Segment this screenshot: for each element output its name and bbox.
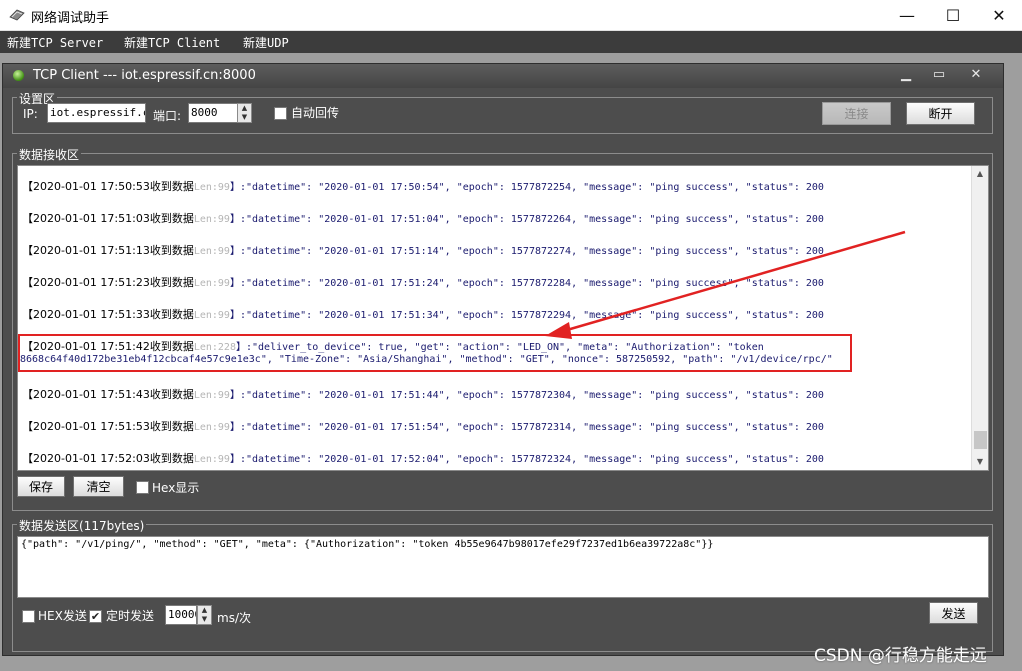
- list-item: 【2020-01-01 17:52:03收到数据Len:99】:"datetim…: [22, 452, 824, 465]
- list-item: 【2020-01-01 17:50:53收到数据Len:99】:"datetim…: [22, 180, 824, 193]
- status-indicator-icon: [13, 70, 24, 81]
- scroll-down-icon[interactable]: ▼: [972, 454, 988, 470]
- send-legend: 数据发送区(117bytes): [17, 517, 147, 534]
- menu-new-udp[interactable]: 新建UDP: [243, 34, 289, 51]
- hex-send-checkbox[interactable]: [22, 610, 35, 623]
- port-label: 端口:: [153, 109, 182, 123]
- timer-send-label: 定时发送: [106, 609, 155, 623]
- child-caption: TCP Client --- iot.espressif.cn:8000: [33, 68, 256, 83]
- send-textarea[interactable]: {"path": "/v1/ping/", "method": "GET", "…: [17, 536, 989, 598]
- interval-up-icon[interactable]: ▲: [198, 606, 211, 615]
- list-item: 【2020-01-01 17:51:43收到数据Len:99】:"datetim…: [22, 388, 824, 401]
- scroll-up-icon[interactable]: ▲: [972, 166, 988, 182]
- child-maximize-button[interactable]: ▭: [929, 67, 949, 85]
- child-titlebar[interactable]: TCP Client --- iot.espressif.cn:8000 ▁ ▭…: [3, 64, 1003, 88]
- window-titlebar[interactable]: 网络调试助手 — ☐ ✕: [0, 0, 1022, 31]
- interval-unit: ms/次: [217, 611, 251, 625]
- clear-button[interactable]: 清空: [73, 476, 124, 497]
- list-item: 【2020-01-01 17:51:03收到数据Len:99】:"datetim…: [22, 212, 824, 225]
- save-button[interactable]: 保存: [17, 476, 65, 497]
- close-button[interactable]: ✕: [976, 0, 1022, 31]
- list-item: 【2020-01-01 17:51:53收到数据Len:99】:"datetim…: [22, 420, 824, 433]
- hex-display-checkbox[interactable]: [136, 481, 149, 494]
- receive-scrollbar[interactable]: ▲ ▼: [971, 166, 988, 470]
- list-item: 【2020-01-01 17:51:33收到数据Len:99】:"datetim…: [22, 308, 824, 321]
- minimize-button[interactable]: —: [884, 0, 930, 31]
- interval-down-icon[interactable]: ▼: [198, 615, 211, 624]
- connect-button[interactable]: 连接: [822, 102, 891, 125]
- send-text: {"path": "/v1/ping/", "method": "GET", "…: [21, 539, 714, 550]
- port-up-icon[interactable]: ▲: [238, 104, 251, 113]
- watermark: CSDN @行稳方能走远: [814, 646, 987, 666]
- tcp-client-window: TCP Client --- iot.espressif.cn:8000 ▁ ▭…: [2, 63, 1004, 656]
- auto-echo-label: 自动回传: [291, 106, 340, 120]
- child-minimize-button[interactable]: ▁: [896, 67, 916, 85]
- list-item: 【2020-01-01 17:51:23收到数据Len:99】:"datetim…: [22, 276, 824, 289]
- ip-input[interactable]: iot.espressif.cn: [47, 103, 146, 123]
- auto-echo-checkbox[interactable]: [274, 107, 287, 120]
- port-input[interactable]: 8000: [188, 103, 239, 123]
- port-down-icon[interactable]: ▼: [238, 113, 251, 122]
- menu-new-tcp-client[interactable]: 新建TCP Client: [124, 34, 220, 51]
- maximize-button[interactable]: ☐: [930, 0, 976, 31]
- send-button[interactable]: 发送: [929, 602, 978, 624]
- ip-label: IP:: [23, 107, 38, 121]
- hex-send-label: HEX发送: [38, 609, 87, 623]
- menu-bar: 新建TCP Server 新建TCP Client 新建UDP: [0, 31, 1022, 53]
- menu-new-tcp-server[interactable]: 新建TCP Server: [7, 34, 103, 51]
- disconnect-button[interactable]: 断开: [906, 102, 975, 125]
- receive-legend: 数据接收区: [17, 146, 82, 163]
- interval-stepper[interactable]: ▲ ▼: [197, 605, 212, 625]
- window-title: 网络调试助手: [31, 11, 110, 26]
- child-close-button[interactable]: ✕: [966, 67, 986, 85]
- timer-send-checkbox[interactable]: ✔: [89, 610, 102, 623]
- scroll-thumb[interactable]: [974, 431, 987, 449]
- port-stepper[interactable]: ▲ ▼: [237, 103, 252, 123]
- hex-display-label: Hex显示: [152, 481, 200, 495]
- app-icon: [9, 9, 25, 21]
- highlight-box: [18, 334, 852, 372]
- list-item: 【2020-01-01 17:51:13收到数据Len:99】:"datetim…: [22, 244, 824, 257]
- interval-input[interactable]: 10000: [165, 605, 197, 625]
- receive-textarea[interactable]: 【2020-01-01 17:50:53收到数据Len:99】:"datetim…: [17, 165, 989, 471]
